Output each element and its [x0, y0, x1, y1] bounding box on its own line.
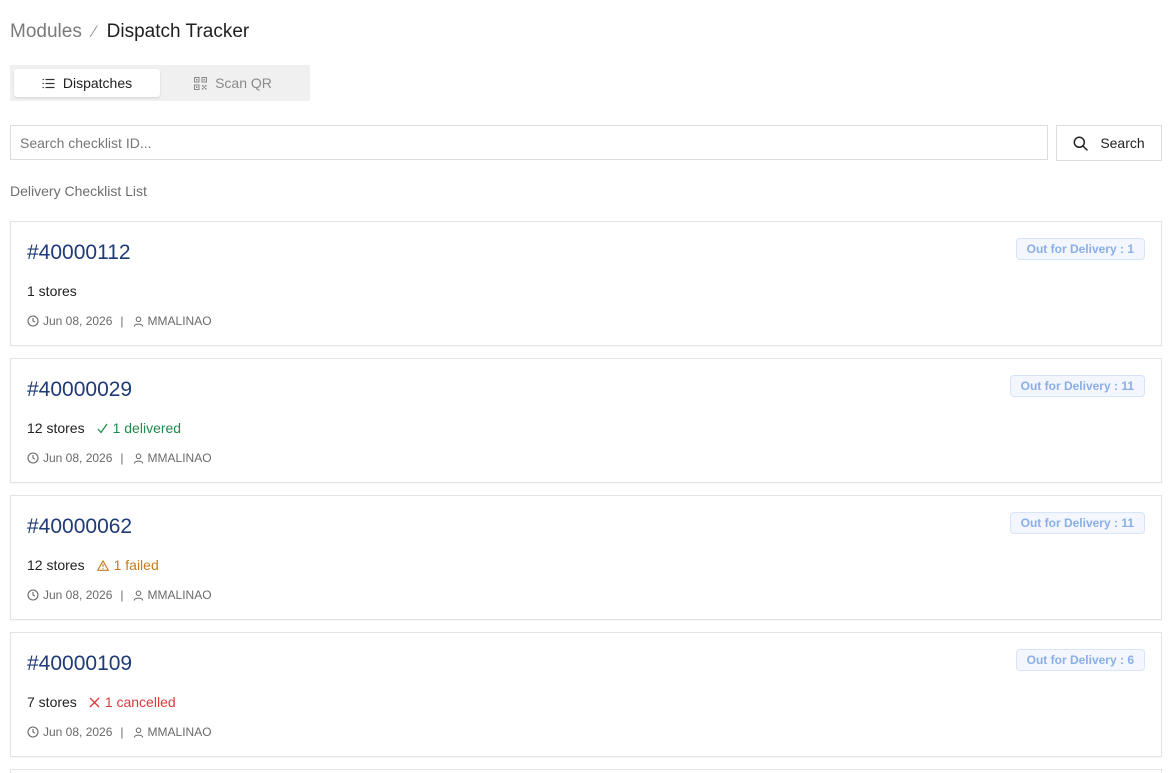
search-input[interactable] [10, 125, 1048, 160]
tab-scan-qr[interactable]: Scan QR [160, 69, 306, 97]
stores-summary: 12 stores 1 delivered [27, 420, 181, 436]
stores-summary: 12 stores 1 failed [27, 557, 159, 573]
checklist-user: MMALINAO [147, 725, 212, 739]
checklist-id[interactable]: #40000109 [27, 652, 132, 676]
checklist-meta: Jun 08, 2026 | MMALINAO [27, 725, 212, 739]
store-count: 12 stores [27, 557, 85, 573]
checklist-card[interactable]: #40000109 Out for Delivery : 6 7 stores … [10, 632, 1162, 757]
tab-dispatches-label: Dispatches [62, 75, 133, 91]
checklist-id[interactable]: #40000029 [27, 378, 132, 402]
breadcrumb: Modules ⁄ Dispatch Tracker [10, 21, 249, 43]
meta-divider: | [120, 725, 124, 739]
checklist-meta: Jun 08, 2026 | MMALINAO [27, 588, 212, 602]
breadcrumb-parent[interactable]: Modules [10, 21, 82, 43]
user-icon [133, 316, 144, 327]
checklist-date: Jun 08, 2026 [43, 588, 113, 602]
search-button[interactable]: Search [1056, 125, 1162, 161]
clock-icon [27, 452, 39, 464]
qr-code-icon [194, 76, 208, 90]
user-icon [133, 453, 144, 464]
tab-bar: Dispatches Scan QR [10, 65, 310, 101]
clock-icon [27, 726, 39, 738]
meta-divider: | [120, 314, 124, 328]
delivered-label: 1 delivered [112, 420, 182, 436]
checklist-user: MMALINAO [147, 588, 212, 602]
checklist-id[interactable]: #40000112 [27, 241, 131, 265]
checklist-date: Jun 08, 2026 [43, 725, 113, 739]
search-icon [1073, 136, 1089, 151]
breadcrumb-separator: ⁄ [92, 22, 96, 41]
tab-scan-qr-label: Scan QR [215, 75, 272, 91]
user-icon [133, 590, 144, 601]
checklist-card-partial[interactable] [10, 769, 1162, 773]
checklist-meta: Jun 08, 2026 | MMALINAO [27, 451, 212, 465]
clock-icon [27, 315, 39, 327]
page-title: Dispatch Tracker [106, 21, 250, 42]
checklist-card[interactable]: #40000029 Out for Delivery : 11 12 store… [10, 358, 1162, 483]
store-count: 12 stores [27, 420, 85, 436]
status-badge: Out for Delivery : 11 [1009, 512, 1145, 534]
cancelled-label: 1 cancelled [104, 694, 176, 710]
x-icon [89, 697, 100, 708]
checklist-meta: Jun 08, 2026 | MMALINAO [27, 314, 212, 328]
clock-icon [27, 589, 39, 601]
delivered-status: 1 delivered [97, 420, 182, 436]
checklist-date: Jun 08, 2026 [43, 451, 113, 465]
stores-summary: 7 stores 1 cancelled [27, 694, 176, 710]
warning-icon [96, 559, 109, 571]
section-title: Delivery Checklist List [10, 183, 147, 199]
search-button-label: Search [1100, 135, 1145, 151]
store-count: 7 stores [27, 694, 77, 710]
store-count: 1 stores [27, 283, 77, 299]
checklist-id[interactable]: #40000062 [27, 515, 132, 539]
check-icon [97, 423, 108, 434]
meta-divider: | [120, 451, 124, 465]
tab-dispatches[interactable]: Dispatches [14, 69, 160, 97]
checklist-card[interactable]: #40000062 Out for Delivery : 11 12 store… [10, 495, 1162, 620]
checklist-card[interactable]: #40000112 Out for Delivery : 1 1 stores … [10, 221, 1162, 346]
checklist-user: MMALINAO [147, 451, 212, 465]
status-badge: Out for Delivery : 6 [1015, 649, 1145, 671]
failed-label: 1 failed [113, 557, 159, 573]
status-badge: Out for Delivery : 11 [1009, 375, 1145, 397]
checklist-list: #40000112 Out for Delivery : 1 1 stores … [10, 221, 1162, 773]
checklist-user: MMALINAO [147, 314, 212, 328]
cancelled-status: 1 cancelled [89, 694, 176, 710]
stores-summary: 1 stores [27, 283, 77, 299]
user-icon [133, 727, 144, 738]
checklist-date: Jun 08, 2026 [43, 314, 113, 328]
failed-status: 1 failed [96, 557, 159, 573]
status-badge: Out for Delivery : 1 [1015, 238, 1145, 260]
list-icon [42, 78, 55, 89]
meta-divider: | [120, 588, 124, 602]
